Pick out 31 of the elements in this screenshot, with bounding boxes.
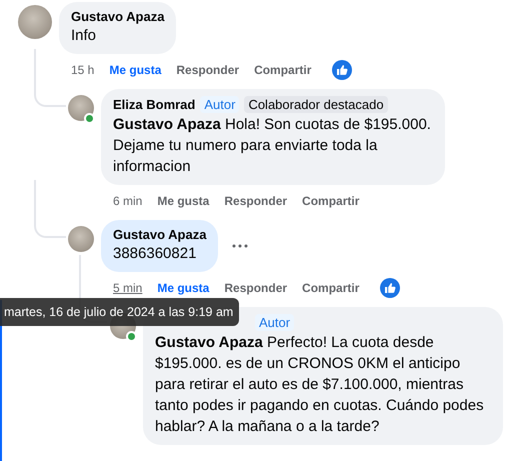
more-icon[interactable] [232, 244, 248, 248]
like-link[interactable]: Me gusta [109, 63, 162, 77]
avatar-icon[interactable] [68, 95, 94, 121]
share-link[interactable]: Compartir [302, 194, 360, 208]
comment-text: 3886360821 [113, 244, 198, 264]
thumbs-up-icon[interactable] [380, 278, 400, 298]
comment-text: Info [71, 26, 98, 46]
thumbs-up-icon[interactable] [332, 60, 352, 80]
comment-text: Gustavo Apaza Hola! Son cuotas de $195.000. Dejame tu numero para enviarte toda la informacion [113, 115, 432, 177]
author-name[interactable]: Gustavo Apaza [113, 227, 206, 242]
like-link[interactable]: Me gusta [157, 194, 210, 208]
date-tooltip: martes, 16 de julio de 2024 a las 9:19 am [0, 298, 240, 326]
author-name[interactable]: Gustavo Apaza [71, 9, 164, 24]
role-badge: Colaborador destacado [244, 96, 388, 113]
reply-link[interactable]: Responder [224, 281, 288, 295]
thread-line [34, 49, 66, 107]
reply-link[interactable]: Responder [176, 63, 240, 77]
timestamp-link[interactable]: 6 min [113, 194, 142, 208]
role-badge: Autor [200, 96, 240, 113]
like-link[interactable]: Me gusta [157, 281, 210, 295]
avatar-icon[interactable] [68, 226, 94, 252]
timestamp-link[interactable]: 15 h [71, 63, 94, 77]
avatar-icon[interactable] [18, 5, 52, 39]
timestamp-link[interactable]: 5 min [113, 281, 142, 295]
share-link[interactable]: Compartir [254, 63, 312, 77]
role-badge: Autor [255, 314, 294, 331]
share-link[interactable]: Compartir [302, 281, 360, 295]
comment-text: Gustavo Apaza Perfecto! La cuota desde $195.000. es de un CRONOS 0KM el anticipo para retirar el auto es de $7.100.000, mientras tanto podes ir pagando en cuotas. Cuándo podes hablar? A la mañana o a la tarde? [155, 333, 485, 437]
reply-link[interactable]: Responder [224, 194, 288, 208]
thread-line [34, 180, 66, 238]
author-name[interactable]: Eliza Bomrad [113, 97, 196, 112]
